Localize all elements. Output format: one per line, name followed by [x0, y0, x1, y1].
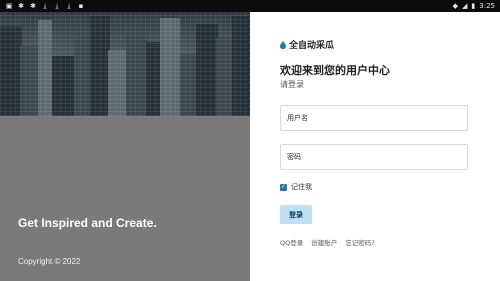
- auth-links: QQ登录 创建账户 忘记密码?: [280, 237, 375, 247]
- droplet-icon: [280, 40, 286, 49]
- page-title: 欢迎来到您的用户中心: [280, 64, 390, 77]
- image-icon: ▣: [5, 2, 13, 10]
- page-subtitle: 请登录: [280, 80, 304, 89]
- remember-label: 记住我: [291, 183, 312, 191]
- brand: 全自动采瓜: [280, 38, 334, 51]
- copyright: Copyright © 2022: [18, 257, 81, 266]
- square-icon: ▪: [78, 2, 84, 10]
- app-icon: ✱: [18, 2, 24, 10]
- status-bar: ▣ ✱ ✱ ⤓ ⤓ ⤓ ▪ ◆ ◢ ▮ 3:25: [0, 0, 500, 12]
- status-bar-notifications: ▣ ✱ ✱ ⤓ ⤓ ⤓ ▪: [5, 2, 85, 11]
- status-bar-system: ◆ ◢ ▮ 3:25: [453, 2, 495, 10]
- brand-name: 全自动采瓜: [289, 41, 335, 51]
- battery-icon: ▮: [471, 2, 476, 10]
- forgot-password-link[interactable]: 忘记密码?: [345, 237, 374, 247]
- create-account-link[interactable]: 创建账户: [311, 237, 337, 247]
- qq-login-link[interactable]: QQ登录: [280, 237, 303, 247]
- password-input[interactable]: [280, 144, 468, 170]
- tagline: Get Inspired and Create.: [18, 216, 157, 230]
- app-icon: ✱: [30, 2, 36, 10]
- download-icon: ⤓: [67, 1, 71, 10]
- remember-checkbox[interactable]: ✓: [280, 183, 287, 191]
- signal-icon: ◢: [462, 2, 468, 10]
- download-icon: ⤓: [55, 1, 59, 10]
- username-input[interactable]: [280, 105, 468, 131]
- city-image: [0, 12, 250, 116]
- remember-me[interactable]: ✓ 记住我: [280, 182, 312, 192]
- login-button[interactable]: 登录: [280, 205, 312, 224]
- clock: 3:25: [479, 2, 495, 10]
- wifi-icon: ◆: [452, 2, 459, 10]
- login-panel: 全自动采瓜 欢迎来到您的用户中心 请登录 ✓ 记住我 登录 QQ登录 创建账户 …: [250, 12, 500, 281]
- download-icon: ⤓: [43, 1, 47, 10]
- hero-panel: Get Inspired and Create. Copyright © 202…: [0, 12, 250, 281]
